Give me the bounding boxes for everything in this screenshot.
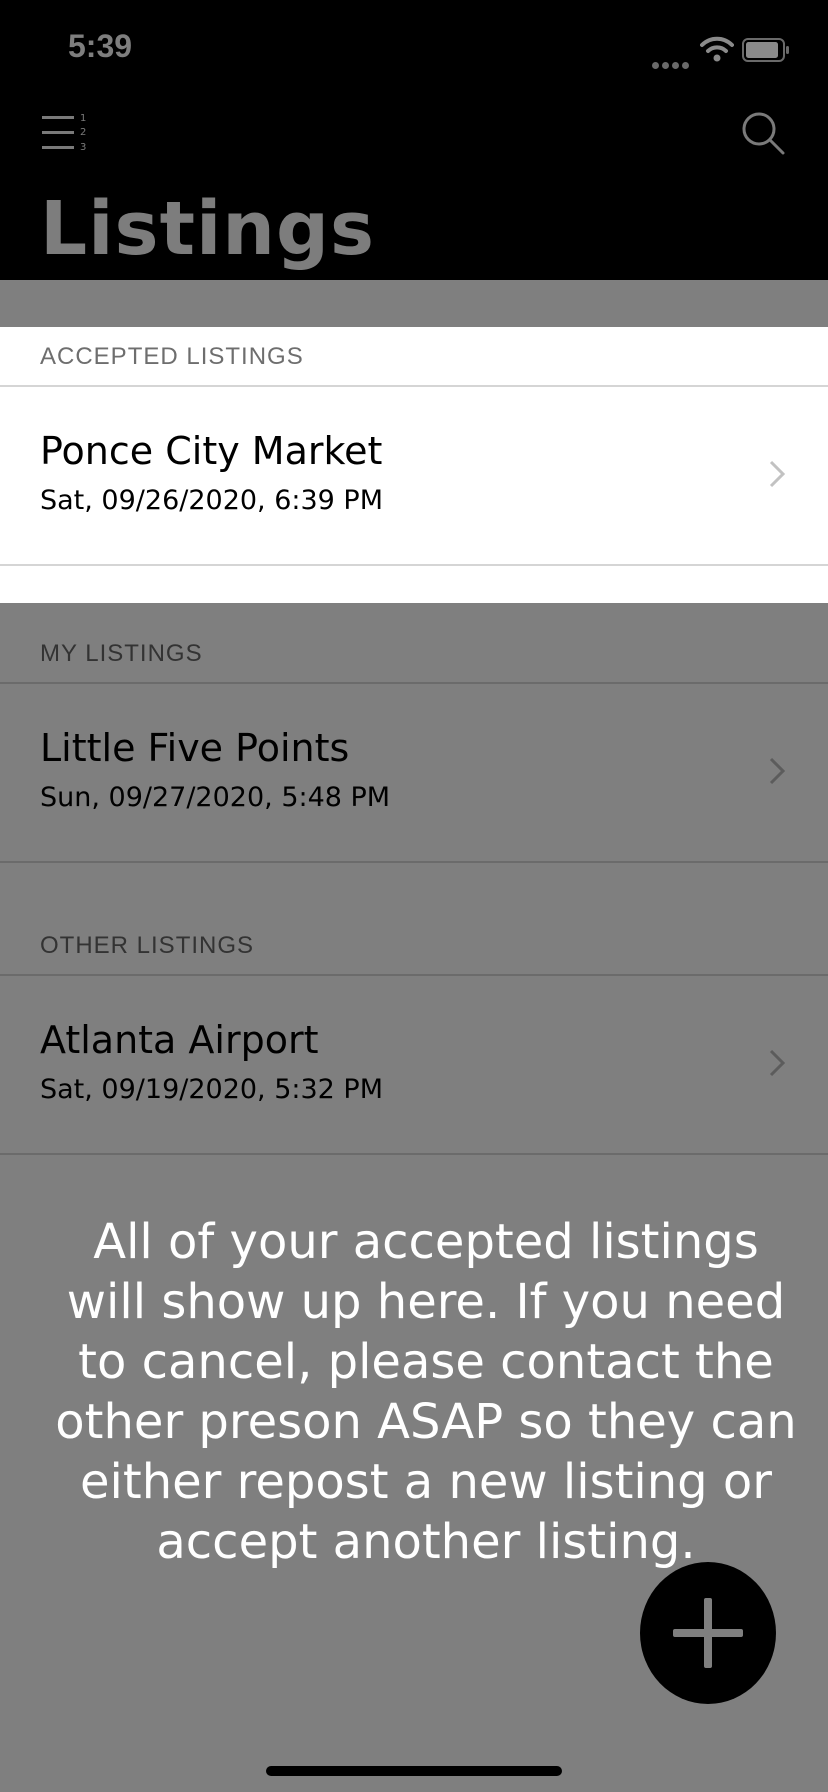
- page-title: Listings: [40, 186, 376, 272]
- onboarding-message: All of your accepted listings will show …: [55, 1214, 797, 1570]
- section-label-my: MY LISTINGS: [40, 640, 203, 667]
- section-label-accepted: ACCEPTED LISTINGS: [40, 343, 304, 370]
- row-divider: [0, 861, 828, 863]
- listing-title: Atlanta Airport: [40, 1018, 319, 1062]
- svg-text:2: 2: [80, 127, 86, 138]
- listing-datetime: Sat, 09/26/2020, 6:39 PM: [40, 485, 384, 516]
- listing-datetime: Sun, 09/27/2020, 5:48 PM: [40, 782, 391, 813]
- numbered-list-icon[interactable]: 1 2 3: [42, 112, 92, 154]
- chevron-right-icon: [769, 757, 786, 785]
- chevron-right-icon: [769, 460, 786, 488]
- svg-text:3: 3: [80, 142, 86, 153]
- listing-title: Ponce City Market: [40, 429, 383, 473]
- home-indicator[interactable]: [266, 1766, 562, 1776]
- section-label-other: OTHER LISTINGS: [40, 932, 255, 959]
- listing-datetime: Sat, 09/19/2020, 5:32 PM: [40, 1074, 384, 1105]
- svg-text:1: 1: [80, 113, 86, 124]
- plus-icon: [673, 1598, 743, 1668]
- add-listing-button[interactable]: [640, 1562, 776, 1704]
- signal-icon: [652, 54, 694, 69]
- search-icon[interactable]: [740, 110, 786, 156]
- row-divider: [0, 564, 828, 566]
- app-header: 5:39 1 2 3 Listings: [0, 0, 828, 280]
- list-item[interactable]: Atlanta Airport Sat, 09/19/2020, 5:32 PM: [0, 976, 828, 1152]
- status-time: 5:39: [68, 28, 133, 64]
- battery-icon: [742, 38, 789, 62]
- wifi-icon: [700, 36, 734, 62]
- list-item[interactable]: Little Five Points Sun, 09/27/2020, 5:48…: [0, 684, 828, 860]
- listing-title: Little Five Points: [40, 726, 350, 770]
- accepted-section: ACCEPTED LISTINGS Ponce City Market Sat,…: [0, 327, 828, 603]
- chevron-right-icon: [769, 1049, 786, 1077]
- list-item[interactable]: Ponce City Market Sat, 09/26/2020, 6:39 …: [0, 387, 828, 563]
- row-divider: [0, 1153, 828, 1155]
